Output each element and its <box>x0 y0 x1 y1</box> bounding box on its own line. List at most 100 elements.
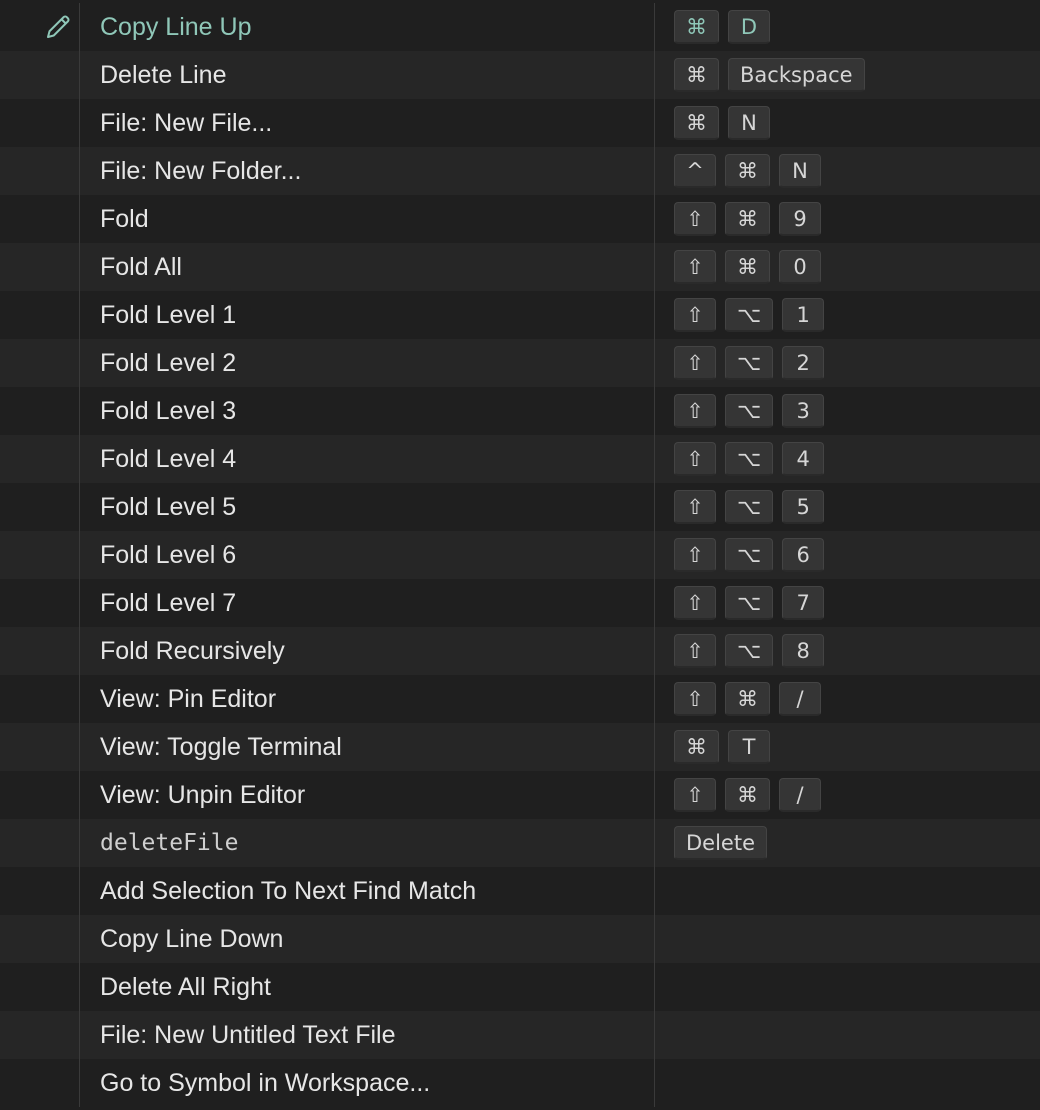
keybinding-cell[interactable]: ⇧ ⌥ 5 <box>655 483 1040 531</box>
key-cap: 4 <box>782 442 825 476</box>
table-row[interactable]: Go to Symbol in Workspace... <box>0 1059 1040 1107</box>
edit-cell[interactable] <box>0 819 80 867</box>
edit-cell[interactable] <box>0 339 80 387</box>
edit-cell[interactable] <box>0 723 80 771</box>
key-cap: ⇧ <box>674 490 716 524</box>
key-cap: ⌘ <box>725 202 770 236</box>
table-row[interactable]: Fold All ⇧ ⌘ 0 <box>0 243 1040 291</box>
keybinding-cell[interactable]: ⇧ ⌘ / <box>655 675 1040 723</box>
table-row[interactable]: Fold Level 2 ⇧ ⌥ 2 <box>0 339 1040 387</box>
table-row[interactable]: Fold Recursively ⇧ ⌥ 8 <box>0 627 1040 675</box>
key-cap: ⇧ <box>674 634 716 668</box>
keybinding-cell[interactable]: ⇧ ⌥ 2 <box>655 339 1040 387</box>
keybinding-cell[interactable]: ⇧ ⌘ / <box>655 771 1040 819</box>
table-row[interactable]: View: Toggle Terminal ⌘ T <box>0 723 1040 771</box>
key-cap: ⌘ <box>725 682 770 716</box>
keybinding-cell[interactable]: ⇧ ⌥ 4 <box>655 435 1040 483</box>
key-cap: 1 <box>782 298 825 332</box>
keybinding-cell[interactable] <box>655 963 1040 1011</box>
key-cap: ⇧ <box>674 346 716 380</box>
keybinding-cell[interactable]: ⇧ ⌥ 3 <box>655 387 1040 435</box>
command-label: Fold Level 3 <box>80 387 655 435</box>
command-label: Delete All Right <box>80 963 655 1011</box>
table-row[interactable]: File: New File... ⌘ N <box>0 99 1040 147</box>
edit-cell[interactable] <box>0 531 80 579</box>
edit-cell[interactable] <box>0 3 80 51</box>
key-cap: ⌥ <box>725 394 774 428</box>
pencil-icon[interactable] <box>43 12 73 42</box>
edit-cell[interactable] <box>0 1059 80 1107</box>
edit-cell[interactable] <box>0 483 80 531</box>
key-cap: ⌘ <box>725 154 770 188</box>
command-label: Fold All <box>80 243 655 291</box>
key-cap: ⇧ <box>674 298 716 332</box>
keybinding-cell[interactable] <box>655 1059 1040 1107</box>
edit-cell[interactable] <box>0 99 80 147</box>
table-row[interactable]: Fold Level 7 ⇧ ⌥ 7 <box>0 579 1040 627</box>
key-cap: 3 <box>782 394 825 428</box>
command-label: View: Unpin Editor <box>80 771 655 819</box>
keybinding-cell[interactable] <box>655 1011 1040 1059</box>
table-row[interactable]: Delete All Right <box>0 963 1040 1011</box>
edit-cell[interactable] <box>0 579 80 627</box>
table-row[interactable]: File: New Untitled Text File <box>0 1011 1040 1059</box>
keybinding-cell[interactable]: ⌘ N <box>655 99 1040 147</box>
command-label: Copy Line Up <box>80 3 655 51</box>
command-label: Fold Level 2 <box>80 339 655 387</box>
keybinding-cell[interactable]: ⌘ D <box>655 3 1040 51</box>
table-row[interactable]: View: Unpin Editor ⇧ ⌘ / <box>0 771 1040 819</box>
table-row[interactable]: Copy Line Down <box>0 915 1040 963</box>
edit-cell[interactable] <box>0 627 80 675</box>
table-row[interactable]: Fold ⇧ ⌘ 9 <box>0 195 1040 243</box>
edit-cell[interactable] <box>0 675 80 723</box>
command-label: Fold Level 7 <box>80 579 655 627</box>
command-label: deleteFile <box>80 819 655 867</box>
command-label: File: New Folder... <box>80 147 655 195</box>
edit-cell[interactable] <box>0 291 80 339</box>
table-row[interactable]: Add Selection To Next Find Match <box>0 867 1040 915</box>
key-cap: ⇧ <box>674 442 716 476</box>
table-row[interactable]: Fold Level 1 ⇧ ⌥ 1 <box>0 291 1040 339</box>
table-row[interactable]: View: Pin Editor ⇧ ⌘ / <box>0 675 1040 723</box>
command-label: View: Toggle Terminal <box>80 723 655 771</box>
keybinding-cell[interactable]: ⌘ T <box>655 723 1040 771</box>
keybinding-cell[interactable]: ⇧ ⌥ 6 <box>655 531 1040 579</box>
edit-cell[interactable] <box>0 963 80 1011</box>
keybinding-cell[interactable]: ⇧ ⌘ 9 <box>655 195 1040 243</box>
keybinding-cell[interactable]: ⇧ ⌥ 7 <box>655 579 1040 627</box>
keybinding-cell[interactable] <box>655 915 1040 963</box>
edit-cell[interactable] <box>0 243 80 291</box>
keybinding-cell[interactable]: ⇧ ⌥ 1 <box>655 291 1040 339</box>
table-row[interactable]: Fold Level 3 ⇧ ⌥ 3 <box>0 387 1040 435</box>
keybinding-cell[interactable]: Delete <box>655 819 1040 867</box>
edit-cell[interactable] <box>0 51 80 99</box>
key-cap: Delete <box>674 826 767 860</box>
edit-cell[interactable] <box>0 435 80 483</box>
table-row[interactable]: Fold Level 5 ⇧ ⌥ 5 <box>0 483 1040 531</box>
keybinding-cell[interactable] <box>655 867 1040 915</box>
key-cap: ⇧ <box>674 538 716 572</box>
keybinding-cell[interactable]: ^ ⌘ N <box>655 147 1040 195</box>
key-cap: T <box>728 730 770 764</box>
edit-cell[interactable] <box>0 387 80 435</box>
keybinding-cell[interactable]: ⌘ Backspace <box>655 51 1040 99</box>
key-cap: ⌘ <box>674 106 719 140</box>
edit-cell[interactable] <box>0 147 80 195</box>
edit-cell[interactable] <box>0 771 80 819</box>
keybinding-cell[interactable]: ⇧ ⌘ 0 <box>655 243 1040 291</box>
table-row[interactable]: File: New Folder... ^ ⌘ N <box>0 147 1040 195</box>
table-row[interactable]: Fold Level 4 ⇧ ⌥ 4 <box>0 435 1040 483</box>
command-label: Fold Level 6 <box>80 531 655 579</box>
table-row[interactable]: Copy Line Up ⌘ D <box>0 3 1040 51</box>
table-row[interactable]: deleteFile Delete <box>0 819 1040 867</box>
table-row[interactable]: Fold Level 6 ⇧ ⌥ 6 <box>0 531 1040 579</box>
table-row[interactable]: Delete Line ⌘ Backspace <box>0 51 1040 99</box>
edit-cell[interactable] <box>0 195 80 243</box>
key-cap: 8 <box>782 634 825 668</box>
edit-cell[interactable] <box>0 915 80 963</box>
key-cap: ⌥ <box>725 586 774 620</box>
key-cap: ^ <box>674 154 716 188</box>
keybinding-cell[interactable]: ⇧ ⌥ 8 <box>655 627 1040 675</box>
edit-cell[interactable] <box>0 867 80 915</box>
edit-cell[interactable] <box>0 1011 80 1059</box>
